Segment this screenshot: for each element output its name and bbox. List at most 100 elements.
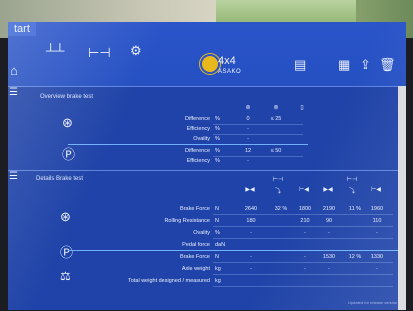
- details-row-value: 1960: [370, 206, 384, 212]
- parking-brake-icon: Ⓟ: [62, 147, 76, 162]
- details-row-label: Axle weight: [181, 266, 210, 272]
- details-row-unit: N: [215, 218, 219, 224]
- overview-row-unit: %: [215, 126, 220, 132]
- highlight-line: [68, 144, 308, 145]
- details-row-value: -: [250, 254, 252, 260]
- overview-row-v1: -: [247, 158, 249, 164]
- overview-row-unit: %: [215, 136, 220, 142]
- overview-row-v1: 0: [246, 116, 250, 122]
- details-row-value: 2640: [244, 206, 258, 212]
- printer-icon[interactable]: ▤: [294, 58, 306, 72]
- axle-icon[interactable]: ⊢⊣: [88, 46, 111, 60]
- details-col-right-2: ⊢◀: [371, 187, 381, 193]
- toolbar: tart ⌂ ┴┴ ⊢⊣ ⚙ 4x4 ASAKO ▤ ▦ ⇪ 🗑: [8, 22, 406, 86]
- report-icon[interactable]: ▦: [338, 58, 350, 72]
- details-row-unit: N: [215, 254, 219, 260]
- row-divider: [213, 238, 393, 239]
- details-row-value: -: [304, 266, 306, 272]
- details-col-axle-rear: ⊢⊣: [346, 177, 358, 183]
- list-icon: ☰: [9, 87, 18, 98]
- overview-row-v1: -: [247, 126, 249, 132]
- details-row-value: -: [304, 254, 306, 260]
- details-col-diff-2: ⤵: [348, 189, 355, 195]
- row-divider: [213, 134, 303, 135]
- row-divider: [68, 250, 398, 251]
- row-divider: [213, 262, 393, 263]
- brand-main: 4x4: [218, 55, 236, 67]
- details-row-unit: daN: [215, 242, 226, 248]
- overview-row-unit: %: [215, 158, 220, 164]
- overview-title: Overview brake test: [40, 94, 94, 100]
- overview-row-v2: ≤ 25: [270, 116, 282, 122]
- overview-col-icon-2: ⊚: [273, 105, 279, 111]
- app-screen: tart ⌂ ┴┴ ⊢⊣ ⚙ 4x4 ASAKO ▤ ▦ ⇪ 🗑 ☰ Overv…: [8, 22, 406, 310]
- overview-row-label: Efficiency: [186, 158, 210, 164]
- details-col-right: ⊢◀: [299, 187, 309, 193]
- side-scroll-strip[interactable]: [398, 86, 406, 310]
- details-row-unit: %: [215, 230, 220, 236]
- details-col-axle-front: ⊢⊣: [272, 177, 284, 183]
- overview-row-v1: -: [247, 136, 249, 142]
- overview-row-label: Efficiency: [186, 126, 210, 132]
- overview-row-label: Difference: [185, 148, 210, 154]
- details-row-value: 180: [246, 218, 256, 224]
- details-col-left: ▶◀: [245, 187, 255, 193]
- details-col-diff: ⤵: [274, 189, 281, 195]
- overview-row-label: Difference: [185, 116, 210, 122]
- delete-icon[interactable]: 🗑: [379, 58, 396, 72]
- row-divider: [213, 214, 393, 215]
- footer-note: Updated for release version: [348, 300, 398, 305]
- details-row-unit: kg: [215, 278, 221, 284]
- details-row-value: 210: [300, 218, 310, 224]
- details-row-value: 1530: [322, 254, 336, 260]
- details-divider: [8, 170, 398, 171]
- overview-row-unit: %: [215, 116, 220, 122]
- details-row-value: -: [328, 266, 330, 272]
- settings-icon[interactable]: ⚙: [130, 44, 142, 58]
- service-brake-icon: ⊛: [62, 115, 73, 130]
- details-row-unit: N: [215, 206, 219, 212]
- details-row-value: -: [376, 266, 378, 272]
- details-row-value: 110: [372, 218, 382, 224]
- details-list-icon: ☰: [9, 171, 18, 182]
- details-row-label: Ovality: [193, 230, 210, 236]
- overview-row-unit: %: [215, 148, 220, 154]
- brand-sub: ASAKO: [218, 69, 242, 75]
- details-row-value: 1330: [370, 254, 384, 260]
- row-divider: [213, 156, 303, 157]
- details-row-label: Rolling Resistance: [164, 218, 210, 224]
- details-row-value: 2190: [322, 206, 336, 212]
- overview-row-v2: ≤ 50: [270, 148, 282, 154]
- details-row-value: -: [376, 230, 378, 236]
- details-row-value: 12 %: [348, 254, 362, 260]
- details-row-label: Pedal force: [182, 242, 210, 248]
- details-row-value: -: [250, 230, 252, 236]
- brand-logo: 4x4 ASAKO: [218, 56, 241, 78]
- details-row-value: 32 %: [274, 206, 288, 212]
- home-icon[interactable]: ⌂: [10, 64, 18, 78]
- details-row-value: -: [328, 230, 330, 236]
- drive-mode-icon[interactable]: [200, 54, 220, 74]
- details-row-value: -: [304, 230, 306, 236]
- overview-row-v1: 12: [244, 148, 252, 154]
- overview-col-icon-1: ⊚: [245, 105, 251, 111]
- row-divider: [213, 124, 303, 125]
- details-row-unit: kg: [215, 266, 221, 272]
- details-title: Details Brake test: [36, 176, 84, 182]
- row-divider: [213, 286, 393, 287]
- export-icon[interactable]: ⇪: [360, 58, 371, 72]
- details-row-label: Brake Force: [180, 254, 210, 260]
- overview-divider: [8, 86, 406, 87]
- overview-col-icon-3: ▯: [300, 105, 304, 111]
- overview-row-label: Ovality: [193, 136, 210, 142]
- details-row-value: 1800: [298, 206, 312, 212]
- row-divider: [213, 226, 393, 227]
- details-col-left-2: ▶◀: [323, 187, 333, 193]
- row-divider: [213, 274, 393, 275]
- details-row-value: 11 %: [348, 206, 362, 212]
- lift-icon[interactable]: ┴┴: [46, 44, 64, 58]
- details-row-label: Brake Force: [180, 206, 210, 212]
- details-row-value: -: [250, 266, 252, 272]
- details-row-label: Total weight designed / measured: [128, 278, 210, 284]
- app-tab[interactable]: tart: [8, 22, 36, 36]
